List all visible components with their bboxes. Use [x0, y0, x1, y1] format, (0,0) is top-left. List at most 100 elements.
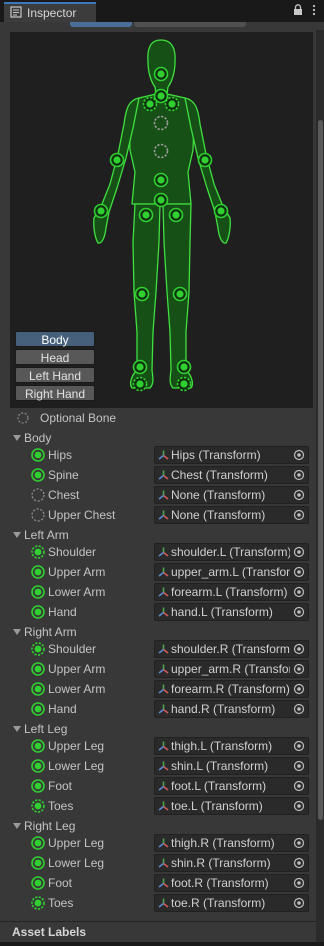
transform-object-field[interactable]: None (Transform)	[154, 486, 309, 504]
object-picker-button[interactable]	[290, 895, 308, 911]
object-picker-button[interactable]	[290, 641, 308, 657]
transform-object-field[interactable]: shin.L (Transform)	[154, 757, 309, 775]
transform-icon	[158, 587, 169, 597]
object-picker-button[interactable]	[290, 584, 308, 600]
left-upper-leg-bone-dot[interactable]	[138, 207, 154, 223]
right-hand-view-button[interactable]: Right Hand	[15, 385, 95, 401]
transform-object-field[interactable]: toe.R (Transform)	[154, 894, 309, 912]
bone-status-icon[interactable]	[31, 739, 45, 753]
bone-row: Shoulder shoulder.L (Transform)	[0, 542, 316, 562]
right-foot-bone-dot[interactable]	[176, 359, 192, 375]
head-bone-dot[interactable]	[153, 66, 169, 82]
object-picker-button[interactable]	[290, 835, 308, 851]
transform-object-field[interactable]: thigh.L (Transform)	[154, 737, 309, 755]
object-picker-button[interactable]	[290, 544, 308, 560]
bone-status-icon[interactable]	[31, 702, 45, 716]
right-upper-arm-bone-dot[interactable]	[197, 152, 213, 168]
bone-status-icon[interactable]	[31, 508, 45, 522]
right-lower-leg-bone-dot[interactable]	[172, 286, 188, 302]
bone-status-icon[interactable]	[31, 488, 45, 502]
neck-bone-dot[interactable]	[153, 88, 169, 104]
right-upper-leg-bone-dot[interactable]	[168, 207, 184, 223]
right-toes-bone-dot[interactable]	[176, 376, 192, 392]
body-view-button[interactable]: Body	[15, 331, 95, 347]
hips-bone-dot[interactable]	[153, 192, 169, 208]
left-toes-bone-dot[interactable]	[132, 376, 148, 392]
right-shoulder-bone-dot[interactable]	[164, 96, 180, 112]
object-picker-button[interactable]	[290, 564, 308, 580]
object-picker-button[interactable]	[290, 758, 308, 774]
object-picker-button[interactable]	[290, 681, 308, 697]
bone-status-icon[interactable]	[31, 468, 45, 482]
muscles-tab-button[interactable]	[134, 22, 246, 27]
transform-object-field[interactable]: foot.R (Transform)	[154, 874, 309, 892]
bone-status-icon[interactable]	[31, 836, 45, 850]
more-options-icon[interactable]	[309, 4, 319, 16]
spine-bone-dot[interactable]	[153, 172, 169, 188]
transform-object-field[interactable]: forearm.L (Transform)	[154, 583, 309, 601]
asset-labels-header[interactable]: Asset Labels	[0, 921, 316, 943]
transform-field-value: forearm.R (Transform)	[171, 682, 290, 696]
transform-field-value: thigh.L (Transform)	[171, 739, 273, 753]
bone-status-icon[interactable]	[31, 662, 45, 676]
left-upper-arm-bone-dot[interactable]	[109, 152, 125, 168]
mapping-tab-button[interactable]	[70, 22, 132, 27]
object-picker-button[interactable]	[290, 738, 308, 754]
transform-object-field[interactable]: Chest (Transform)	[154, 466, 309, 484]
lock-icon[interactable]	[293, 4, 303, 16]
bone-status-icon[interactable]	[31, 856, 45, 870]
object-picker-button[interactable]	[290, 487, 308, 503]
object-picker-button[interactable]	[290, 507, 308, 523]
object-picker-button[interactable]	[290, 604, 308, 620]
tab-inspector[interactable]: Inspector	[4, 2, 96, 22]
transform-object-field[interactable]: None (Transform)	[154, 506, 309, 524]
transform-object-field[interactable]: shoulder.R (Transform)	[154, 640, 309, 658]
transform-object-field[interactable]: shin.R (Transform)	[154, 854, 309, 872]
bone-status-icon[interactable]	[31, 642, 45, 656]
scrollbar-thumb[interactable]	[318, 120, 323, 820]
object-picker-button[interactable]	[290, 875, 308, 891]
object-picker-button[interactable]	[290, 661, 308, 677]
object-picker-button[interactable]	[290, 855, 308, 871]
object-picker-button[interactable]	[290, 701, 308, 717]
left-shoulder-bone-dot[interactable]	[142, 96, 158, 112]
bone-status-icon[interactable]	[31, 585, 45, 599]
left-foot-bone-dot[interactable]	[132, 359, 148, 375]
bone-status-icon[interactable]	[31, 896, 45, 910]
bone-status-icon[interactable]	[31, 545, 45, 559]
head-view-button[interactable]: Head	[15, 349, 95, 365]
object-picker-button[interactable]	[290, 798, 308, 814]
bone-label: Upper Arm	[48, 565, 106, 579]
transform-object-field[interactable]: hand.R (Transform)	[154, 700, 309, 718]
transform-object-field[interactable]: shoulder.L (Transform)	[154, 543, 309, 561]
transform-object-field[interactable]: foot.L (Transform)	[154, 777, 309, 795]
bone-status-icon[interactable]	[31, 779, 45, 793]
left-lower-leg-bone-dot[interactable]	[134, 286, 150, 302]
bone-status-icon[interactable]	[31, 605, 45, 619]
bone-status-icon[interactable]	[31, 565, 45, 579]
transform-icon	[158, 470, 169, 480]
right-lower-arm-bone-dot[interactable]	[213, 203, 229, 219]
bone-status-icon[interactable]	[31, 448, 45, 462]
transform-object-field[interactable]: Hips (Transform)	[154, 446, 309, 464]
transform-object-field[interactable]: hand.L (Transform)	[154, 603, 309, 621]
transform-icon	[158, 898, 169, 908]
bone-status-icon[interactable]	[31, 876, 45, 890]
transform-icon	[158, 801, 169, 811]
transform-object-field[interactable]: toe.L (Transform)	[154, 797, 309, 815]
left-lower-arm-bone-dot[interactable]	[93, 203, 109, 219]
bone-group-label: Body	[24, 431, 52, 445]
transform-object-field[interactable]: upper_arm.R (Transform)	[154, 660, 309, 678]
object-picker-button[interactable]	[290, 778, 308, 794]
bone-status-icon[interactable]	[31, 799, 45, 813]
left-hand-view-button[interactable]: Left Hand	[15, 367, 95, 383]
bone-status-icon[interactable]	[31, 682, 45, 696]
bone-row: Upper Arm upper_arm.R (Transform)	[0, 659, 316, 679]
transform-object-field[interactable]: upper_arm.L (Transform)	[154, 563, 309, 581]
transform-object-field[interactable]: forearm.R (Transform)	[154, 680, 309, 698]
object-picker-button[interactable]	[290, 447, 308, 463]
object-picker-button[interactable]	[290, 467, 308, 483]
transform-object-field[interactable]: thigh.R (Transform)	[154, 834, 309, 852]
transform-field-value: shoulder.L (Transform)	[171, 545, 292, 559]
bone-status-icon[interactable]	[31, 759, 45, 773]
